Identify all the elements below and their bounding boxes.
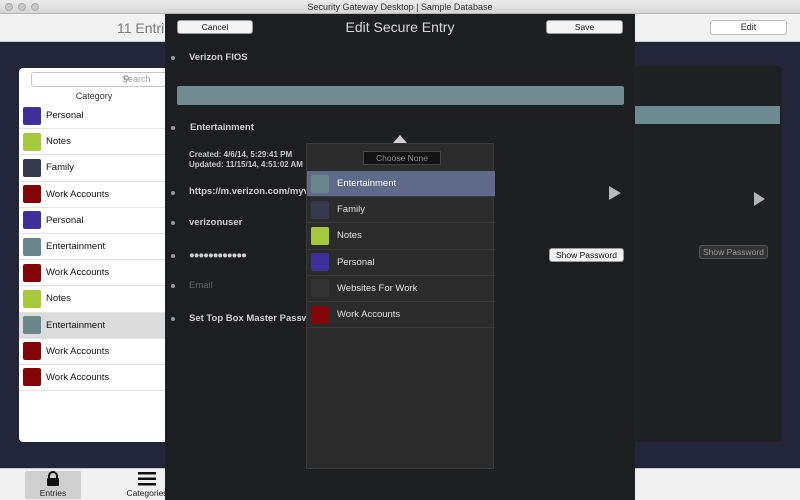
entry-count: 11 Entri	[117, 20, 165, 36]
category-option[interactable]: Personal	[307, 250, 495, 276]
list-item-label: Notes	[46, 293, 71, 305]
category-color-swatch	[23, 158, 41, 177]
category-color-swatch	[23, 185, 41, 204]
list-item[interactable]: Notes	[19, 129, 169, 156]
field-bullet	[171, 56, 175, 60]
minimize-window-button[interactable]	[18, 3, 26, 11]
category-color-swatch	[23, 368, 41, 387]
category-color-bar[interactable]	[177, 86, 624, 105]
category-color-swatch	[23, 316, 41, 335]
category-color-swatch	[23, 289, 41, 308]
category-color-swatch	[311, 279, 329, 298]
list-item-label: Work Accounts	[46, 267, 110, 279]
category-color-swatch	[23, 342, 41, 361]
window-titlebar: Security Gateway Desktop | Sample Databa…	[0, 0, 800, 14]
email-field[interactable]: Email	[189, 280, 213, 291]
list-item[interactable]: Work Accounts	[19, 260, 169, 287]
category-option[interactable]: Family	[307, 197, 495, 224]
category-option-label: Family	[337, 204, 365, 216]
list-item[interactable]: Notes	[19, 286, 169, 313]
category-field[interactable]: Entertainment	[190, 122, 254, 133]
list-item[interactable]: Entertainment	[19, 233, 169, 261]
list-item[interactable]: Family	[19, 155, 169, 182]
close-window-button[interactable]	[5, 3, 13, 11]
entry-timestamps: Created: 4/6/14, 5:29:41 PM Updated: 11/…	[189, 150, 303, 170]
category-color-swatch	[23, 106, 41, 125]
note-title-field[interactable]: Set Top Box Master Passw	[189, 313, 309, 324]
show-password-button-background[interactable]: Show Password	[699, 245, 768, 259]
category-option-label: Work Accounts	[337, 309, 401, 321]
list-item-label: Work Accounts	[46, 371, 110, 383]
field-bullet	[171, 317, 175, 321]
category-option[interactable]: Notes	[307, 223, 495, 250]
popover-arrow	[393, 135, 407, 143]
category-color-swatch	[311, 226, 329, 245]
entries-list-panel: ⚲ Search Category Personal Notes Family Wor…	[19, 68, 169, 442]
category-option-label: Personal	[337, 256, 375, 268]
category-option[interactable]: Work Accounts	[307, 302, 495, 329]
field-bullet	[171, 284, 175, 288]
category-option[interactable]: Websites For Work	[307, 276, 495, 302]
open-url-arrow-icon[interactable]	[609, 186, 621, 200]
category-color-swatch	[23, 211, 41, 230]
window-title: Security Gateway Desktop | Sample Databa…	[307, 2, 493, 12]
list-item-label: Personal	[46, 214, 84, 226]
category-color-swatch	[23, 263, 41, 282]
field-bullet	[171, 191, 175, 195]
list-item[interactable]: Personal	[19, 103, 169, 130]
category-color-swatch	[23, 237, 41, 256]
list-item-label: Entertainment	[46, 319, 106, 331]
category-options-list: Entertainment Family Notes Personal Websites…	[307, 171, 495, 329]
category-color-swatch	[311, 253, 329, 272]
open-url-arrow-icon[interactable]	[754, 192, 765, 206]
list-item-label: Work Accounts	[46, 188, 110, 200]
list-item-label: Family	[46, 162, 74, 174]
category-list: Personal Notes Family Work Accounts Personal…	[19, 103, 169, 392]
list-item[interactable]: Work Accounts	[19, 181, 169, 208]
category-option[interactable]: Entertainment	[307, 171, 495, 198]
tab-entries[interactable]: Entries	[25, 471, 81, 499]
updated-timestamp: Updated: 11/15/14, 4:51:02 AM	[189, 160, 303, 169]
category-color-swatch	[311, 174, 329, 193]
category-option-label: Websites For Work	[337, 282, 418, 294]
edit-entry-modal: Cancel Edit Secure Entry Save Verizon FI…	[165, 14, 635, 500]
list-item[interactable]: Work Accounts	[19, 338, 169, 365]
field-bullet	[171, 254, 175, 258]
choose-none-button[interactable]: Choose None	[363, 151, 441, 165]
list-item[interactable]: Personal	[19, 207, 169, 234]
save-button[interactable]: Save	[546, 20, 623, 34]
list-item-label: Notes	[46, 136, 71, 148]
list-item[interactable]: Entertainment	[19, 312, 169, 339]
search-input[interactable]: ⚲ Search	[31, 72, 167, 87]
category-column-header: Category	[75, 91, 113, 101]
lock-icon	[25, 471, 81, 488]
show-password-button[interactable]: Show Password	[549, 248, 624, 262]
username-field[interactable]: verizonuser	[189, 217, 242, 228]
category-option-label: Entertainment	[337, 178, 397, 190]
entry-name-field[interactable]: Verizon FIOS	[189, 52, 248, 63]
edit-button[interactable]: Edit	[710, 20, 787, 35]
category-color-swatch	[311, 305, 329, 324]
list-item-label: Personal	[46, 110, 84, 122]
created-timestamp: Created: 4/6/14, 5:29:41 PM	[189, 150, 293, 159]
zoom-window-button[interactable]	[31, 3, 39, 11]
tab-categories-label: Categories	[126, 488, 168, 498]
list-item[interactable]: Work Accounts	[19, 364, 169, 392]
category-bar	[634, 106, 780, 124]
field-bullet	[171, 126, 175, 130]
tab-entries-label: Entries	[39, 488, 67, 498]
category-option-label: Notes	[337, 230, 362, 242]
search-icon: ⚲	[123, 74, 130, 84]
list-item-label: Entertainment	[46, 241, 106, 253]
field-bullet	[171, 221, 175, 225]
category-color-swatch	[311, 200, 329, 219]
password-field[interactable]: ●●●●●●●●●●●●	[189, 250, 247, 261]
category-color-swatch	[23, 132, 41, 151]
list-item-label: Work Accounts	[46, 345, 110, 357]
category-popover: Choose None Entertainment Family Notes Pers…	[306, 143, 495, 469]
url-field[interactable]: https://m.verizon.com/myv	[189, 186, 309, 197]
detail-panel-background: Show Password	[634, 66, 782, 442]
